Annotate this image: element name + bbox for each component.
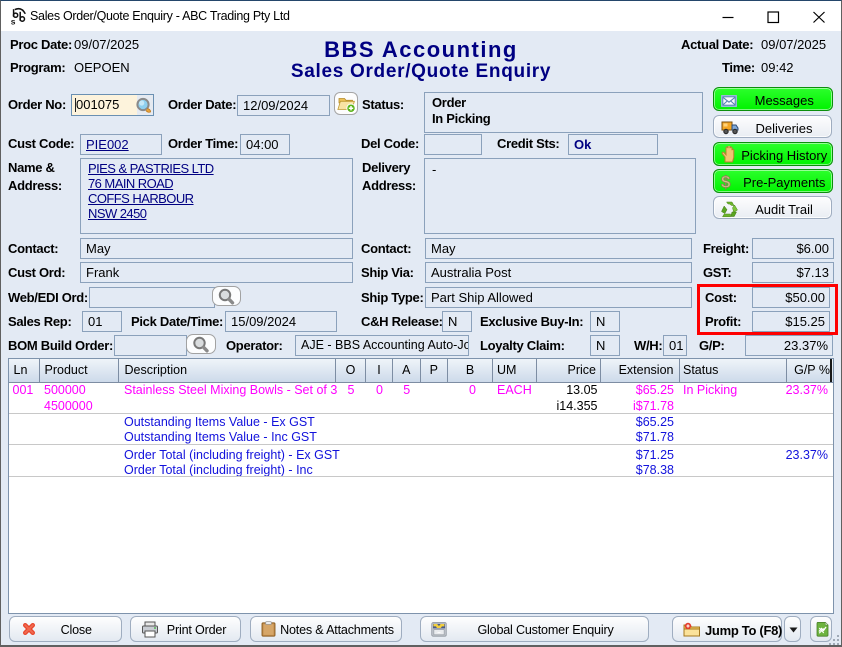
svg-text:s: s <box>11 17 16 26</box>
svg-text:$: $ <box>721 173 731 190</box>
